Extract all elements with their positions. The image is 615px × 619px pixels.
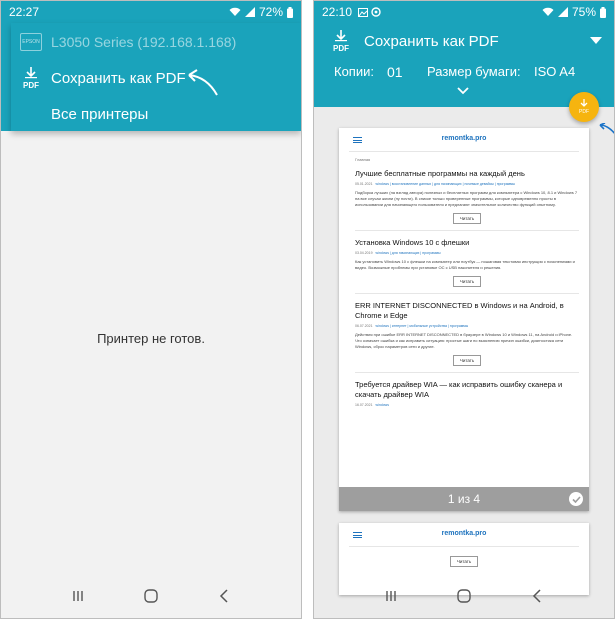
battery-percent: 75% [571,5,596,19]
navigation-bar [1,574,301,618]
image-notification-icon [358,7,369,17]
recents-button[interactable] [376,581,406,611]
dropdown-arrow-icon[interactable] [590,37,602,44]
site-name: remontka.pro [441,135,487,142]
preview-page-1[interactable]: remontka.pro Главная Лучшие бесплатные п… [339,128,589,511]
recents-icon [385,591,396,601]
signal-icon [244,7,255,17]
home-button[interactable] [136,581,166,611]
printer-option[interactable]: EPSON L3050 Series (192.168.1.168) [11,25,301,59]
list-item: ERR INTERNET DISCONNECTED в Windows и на… [355,301,579,373]
pdf-download-icon: PDF [333,30,349,53]
status-time: 22:27 [9,5,40,19]
sync-notification-icon [371,7,381,17]
back-icon [533,589,541,603]
status-bar: 22:27 72% [1,1,301,23]
battery-percent: 72% [258,5,283,19]
pointer-arrow-icon [188,69,218,96]
article-excerpt: Подборка лучших (на взгляд автора) полез… [355,190,578,207]
home-icon [144,589,158,603]
phone-left: 22:27 72% EPSON L3050 Series (192.168.1.… [0,0,302,619]
printer-logo-icon: EPSON [20,33,42,51]
battery-icon [600,6,606,18]
list-item: Установка Windows 10 с флешки 03.04.2019… [355,238,579,294]
signal-icon [557,7,568,17]
printer-option-label: L3050 Series (192.168.1.168) [51,34,237,50]
copies-value[interactable]: 01 [387,64,403,80]
navigation-bar [314,574,614,618]
save-as-pdf-label: Сохранить как PDF [51,69,186,87]
svg-text:PDF: PDF [333,44,349,53]
phone-right: 22:10 75% PDF Сохранить как PDF Копии: 0… [313,0,615,619]
article-meta: 06.07.2021 windows | интернет | мобильные… [355,324,469,328]
canvas: 22:27 72% EPSON L3050 Series (192.168.1.… [0,0,615,619]
status-time: 22:10 [322,5,353,19]
print-options-header: PDF Сохранить как PDF Копии: 01 Размер б… [314,23,614,107]
battery-icon [287,6,293,18]
site-name: remontka.pro [441,530,487,537]
read-button: Читать [453,276,481,287]
article-title: ERR INTERNET DISCONNECTED в Windows и на… [355,301,564,320]
copies-label: Копии: [334,64,374,79]
page-footer: 1 из 4 [339,487,589,511]
article-excerpt: Действия при ошибке ERR INTERNET DISCONN… [355,332,573,349]
page-indicator: 1 из 4 [447,492,481,506]
read-button: Читать [453,213,481,224]
back-button[interactable] [522,581,552,611]
back-button[interactable] [209,581,239,611]
all-printers-label: Все принтеры [51,105,149,123]
svg-text:PDF: PDF [23,81,39,90]
home-icon [457,589,471,603]
article-excerpt: Как установить Windows 10 с флешки на ко… [355,259,575,270]
article-title: Требуется драйвер WIA — как исправить ош… [355,380,563,399]
download-pdf-button[interactable]: PDF [569,92,599,122]
pointer-arrow-icon [599,123,614,134]
wifi-icon [229,7,241,16]
read-button: Читать [453,355,481,366]
save-as-pdf-option[interactable]: PDF Сохранить как PDF [11,61,301,96]
chevron-down-icon[interactable] [457,87,469,95]
check-icon[interactable] [569,492,583,506]
download-icon [580,99,588,107]
recents-button[interactable] [63,581,93,611]
printer-select-title[interactable]: Сохранить как PDF [364,33,499,50]
printer-dropdown: EPSON L3050 Series (192.168.1.168) PDF С… [11,23,301,131]
read-button: Читать [450,556,478,567]
pdf-download-icon: PDF [23,67,39,90]
list-item: Лучшие бесплатные программы на каждый де… [355,169,579,231]
article-title: Установка Windows 10 с флешки [355,238,470,247]
all-printers-option[interactable]: Все принтеры [11,97,301,131]
article-meta: 16.07.2021 windows [355,403,389,407]
site-header: remontka.pro [349,128,579,152]
home-button[interactable] [449,581,479,611]
printer-status-message: Принтер не готов. [97,331,205,346]
download-pdf-label: PDF [579,109,589,115]
article-meta: 05.01.2021 windows | восстановление данны… [355,182,515,186]
paper-size-label: Размер бумаги: [427,64,521,79]
site-header: remontka.pro [349,523,579,547]
status-bar: 22:10 75% [314,1,614,23]
recents-icon [72,591,83,601]
wifi-icon [542,7,554,16]
article-title: Лучшие бесплатные программы на каждый де… [355,169,525,178]
article-meta: 03.04.2019 windows | для начинающих | про… [355,251,441,255]
breadcrumb: Главная [355,157,371,162]
back-icon [220,589,228,603]
list-item: Требуется драйвер WIA — как исправить ош… [355,380,579,413]
paper-size-value[interactable]: ISO A4 [534,64,575,79]
